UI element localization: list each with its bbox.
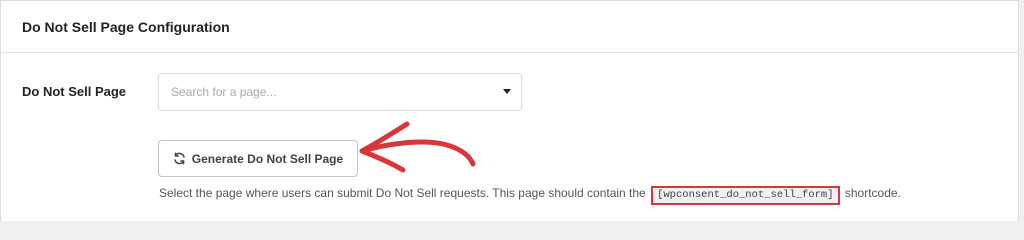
page-select-placeholder: Search for a page... [171, 85, 277, 99]
refresh-icon [173, 152, 186, 165]
caret-down-icon[interactable] [503, 89, 511, 94]
help-text-before: Select the page where users can submit D… [159, 186, 646, 200]
annotation-arrow [359, 121, 476, 173]
generate-do-not-sell-page-button[interactable]: Generate Do Not Sell Page [158, 140, 358, 177]
help-text-after: shortcode. [844, 186, 901, 200]
panel-title: Do Not Sell Page Configuration [22, 18, 230, 35]
help-text: Select the page where users can submit D… [159, 185, 901, 205]
generate-button-label: Generate Do Not Sell Page [191, 151, 344, 166]
configuration-panel: Do Not Sell Page Configuration Do Not Se… [0, 0, 1019, 221]
shortcode-highlight: [wpconsent_do_not_sell_form] [651, 186, 840, 205]
do-not-sell-page-label: Do Not Sell Page [22, 84, 127, 99]
page-select-dropdown[interactable]: Search for a page... [158, 73, 522, 111]
panel-header: Do Not Sell Page Configuration [1, 1, 1018, 53]
